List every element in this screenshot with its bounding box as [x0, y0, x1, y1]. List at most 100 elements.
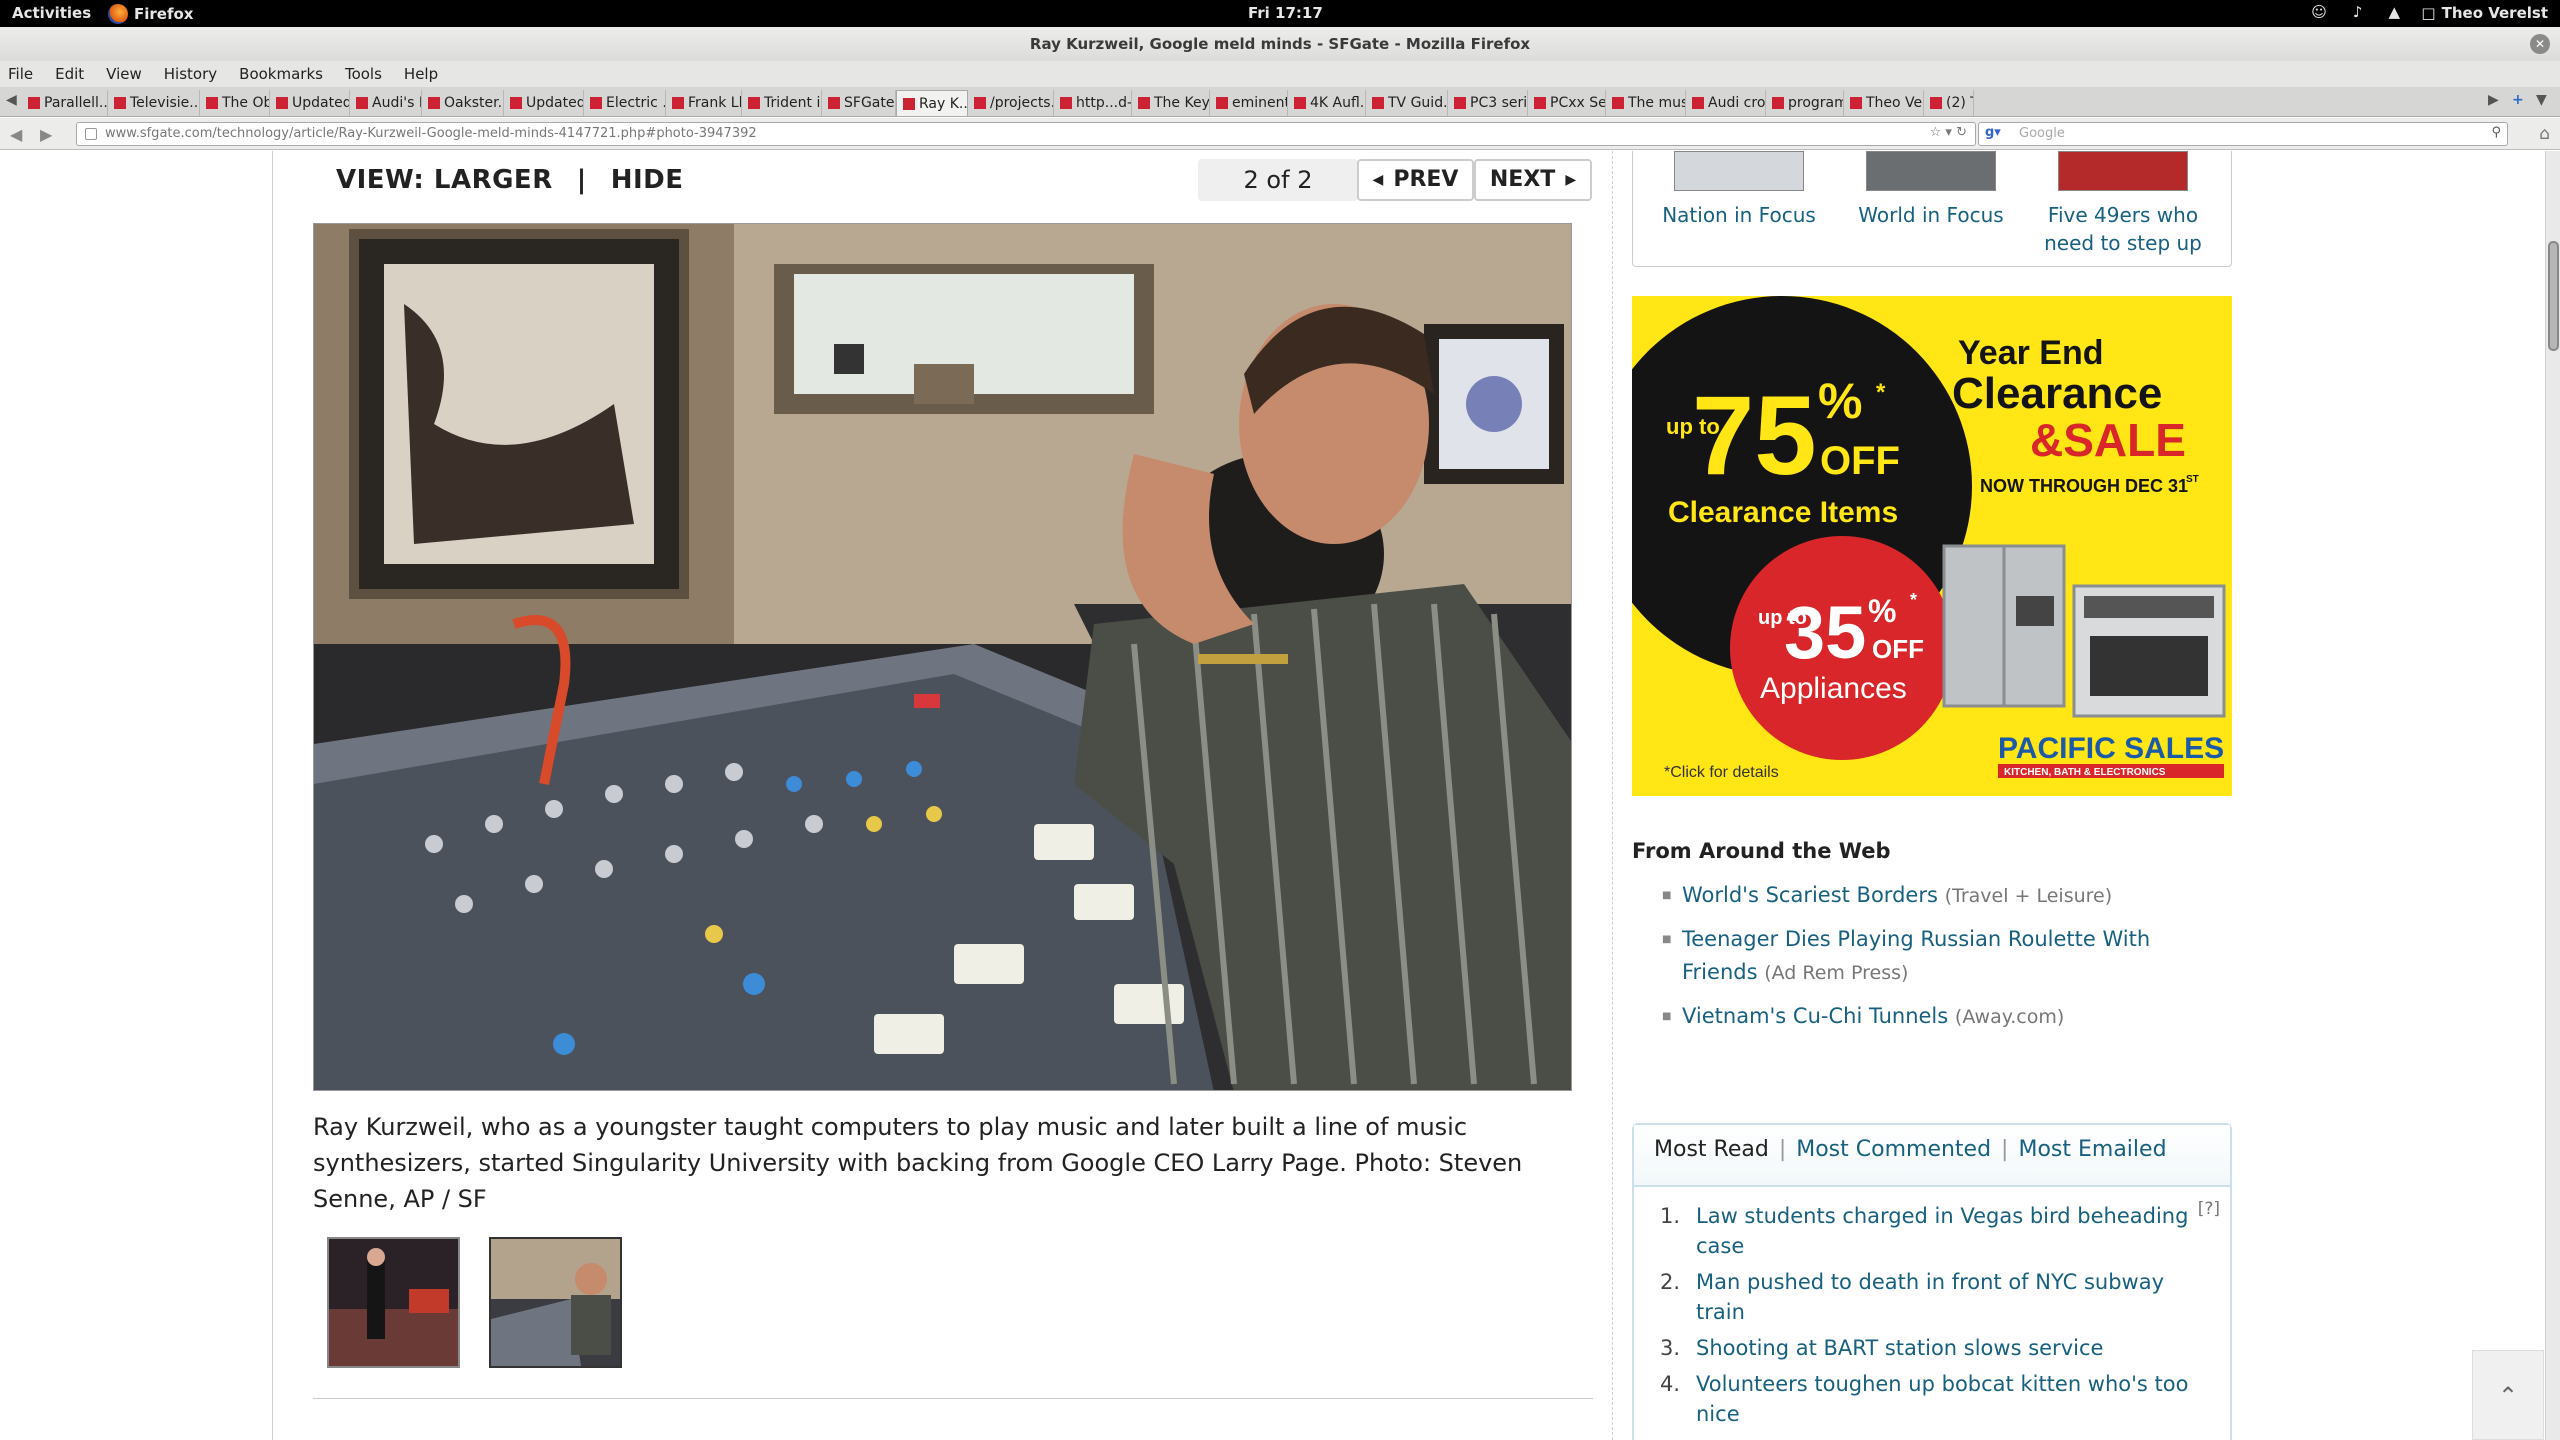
- browser-tab[interactable]: Updated...: [504, 90, 584, 116]
- browser-tab[interactable]: http...d-1/: [1054, 90, 1132, 116]
- tab-most-emailed[interactable]: Most Emailed: [2018, 1137, 2166, 1173]
- ad-brand: PACIFIC SALES: [1998, 732, 2224, 765]
- tab-scroll-right-icon[interactable]: ▶: [2488, 92, 2499, 108]
- 49ers-link[interactable]: Five 49ers who need to step up: [2028, 201, 2218, 257]
- menu-edit[interactable]: Edit: [55, 65, 84, 83]
- most-read-link[interactable]: Man pushed to death in front of NYC subw…: [1696, 1267, 2210, 1327]
- page-scrollbar[interactable]: [2545, 151, 2560, 1440]
- back-to-top-button[interactable]: ⌃: [2472, 1350, 2544, 1440]
- article-photo[interactable]: [313, 223, 1572, 1091]
- browser-tab[interactable]: PC3 seri...: [1448, 90, 1528, 116]
- back-icon[interactable]: ◀: [10, 125, 22, 144]
- volume-icon[interactable]: ♪: [2353, 3, 2363, 21]
- scrollbar-thumb[interactable]: [2548, 241, 2559, 351]
- around-heading: From Around the Web: [1632, 839, 1891, 863]
- reload-icon[interactable]: ↻: [1956, 125, 1967, 140]
- app-menu[interactable]: Firefox: [108, 4, 193, 24]
- user-name: Theo Verelst: [2441, 4, 2548, 22]
- search-icon[interactable]: ⚲: [2491, 125, 2501, 140]
- ad-pct-35: 35: [1784, 591, 1866, 674]
- world-focus-link[interactable]: World in Focus: [1836, 201, 2026, 229]
- menu-bookmarks[interactable]: Bookmarks: [239, 65, 323, 83]
- prev-button[interactable]: ◀ PREV: [1357, 159, 1474, 201]
- browser-tab[interactable]: Audi's R...: [350, 90, 422, 116]
- accessibility-icon[interactable]: ☺: [2311, 3, 2327, 21]
- browser-tab[interactable]: Updated...: [270, 90, 350, 116]
- next-button[interactable]: NEXT ▶: [1474, 159, 1592, 201]
- url-dropdown-icon[interactable]: ▾: [1945, 125, 1952, 140]
- around-link[interactable]: Teenager Dies Playing Russian Roulette W…: [1682, 927, 2150, 984]
- browser-tab[interactable]: /projects...: [968, 90, 1054, 116]
- url-field[interactable]: www.sfgate.com/technology/article/Ray-Ku…: [76, 122, 1976, 146]
- browser-tab[interactable]: TV Guid...: [1366, 90, 1448, 116]
- around-source: (Away.com): [1954, 1006, 2065, 1028]
- gnome-top-bar: Activities Firefox Fri 17:17 ☺ ♪ ▲ □ The…: [0, 0, 2560, 27]
- tab-favicon-icon: [206, 97, 218, 109]
- most-read-link[interactable]: Law students charged in Vegas bird behea…: [1696, 1201, 2210, 1261]
- menu-bar: File Edit View History Bookmarks Tools H…: [0, 61, 2560, 87]
- menu-history[interactable]: History: [164, 65, 217, 83]
- tab-scroll-left-icon[interactable]: ◀: [6, 92, 17, 108]
- hide-link[interactable]: HIDE: [611, 165, 684, 195]
- new-tab-icon[interactable]: +: [2512, 92, 2524, 108]
- search-field[interactable]: g▾ Google ⚲: [1978, 122, 2508, 146]
- gallery-thumbnail-2[interactable]: [489, 1237, 622, 1368]
- gallery-thumbnail-1[interactable]: [327, 1237, 460, 1368]
- browser-tab[interactable]: The musi...: [1606, 90, 1686, 116]
- browser-tab[interactable]: The Oba...: [200, 90, 270, 116]
- system-tray: ☺ ♪ ▲: [2311, 3, 2400, 21]
- tab-most-commented[interactable]: Most Commented: [1796, 1137, 1991, 1173]
- close-window-icon[interactable]: ✕: [2530, 34, 2550, 54]
- tab-list-icon[interactable]: ▼: [2536, 92, 2547, 108]
- menu-help[interactable]: Help: [404, 65, 438, 83]
- forward-icon[interactable]: ▶: [40, 125, 52, 144]
- bookmark-star-icon[interactable]: ☆: [1930, 125, 1942, 140]
- tab-label: TV Guid...: [1388, 95, 1448, 111]
- browser-tab[interactable]: The Key...: [1132, 90, 1210, 116]
- browser-tab[interactable]: 4K Aufl...: [1288, 90, 1366, 116]
- world-focus-thumbnail[interactable]: [1866, 151, 1996, 191]
- browser-tab[interactable]: Ray K...✕: [896, 90, 968, 116]
- activities-button[interactable]: Activities: [12, 4, 91, 22]
- tab-favicon-icon: [1216, 97, 1228, 109]
- network-icon[interactable]: ▲: [2388, 3, 2400, 21]
- most-read-link[interactable]: Shooting at BART station slows service: [1696, 1333, 2103, 1363]
- browser-tab[interactable]: Oakster...: [422, 90, 504, 116]
- view-larger-link[interactable]: VIEW: LARGER: [336, 165, 553, 195]
- menu-tools[interactable]: Tools: [345, 65, 382, 83]
- tab-bar: ◀ Parallell... Televisie... The Oba... Upda…: [0, 87, 2560, 117]
- browser-tab[interactable]: SFGate: ...: [822, 90, 896, 116]
- tab-favicon-icon: [1138, 97, 1150, 109]
- browser-tab[interactable]: PCxx Se...: [1528, 90, 1606, 116]
- tab-favicon-icon: [1060, 97, 1072, 109]
- browser-tab[interactable]: Frank Ll...: [666, 90, 742, 116]
- around-link[interactable]: World's Scariest Borders: [1682, 883, 1938, 907]
- menu-file[interactable]: File: [8, 65, 33, 83]
- clock[interactable]: Fri 17:17: [1248, 4, 1323, 22]
- browser-tab[interactable]: (2) Tl: [1924, 90, 1974, 116]
- browser-tab[interactable]: Electric ...: [584, 90, 666, 116]
- browser-tab[interactable]: Parallell...: [22, 90, 108, 116]
- tab-label: (2) Tl: [1946, 95, 1973, 111]
- user-menu[interactable]: □ Theo Verelst: [2421, 4, 2548, 22]
- ad-off-1: OFF: [1820, 439, 1900, 483]
- nation-focus-link[interactable]: Nation in Focus: [1644, 201, 1834, 229]
- google-engine-icon[interactable]: g▾: [1985, 125, 2001, 140]
- tab-most-read[interactable]: Most Read: [1654, 1137, 1769, 1173]
- browser-tab[interactable]: eminent ...: [1210, 90, 1288, 116]
- 49ers-thumbnail[interactable]: [2058, 151, 2188, 191]
- browser-tab[interactable]: Trident i...: [742, 90, 822, 116]
- most-read-link[interactable]: Volunteers toughen up bobcat kitten who'…: [1696, 1369, 2210, 1429]
- nation-focus-thumbnail[interactable]: [1674, 151, 1804, 191]
- browser-tab[interactable]: Televisie...: [108, 90, 200, 116]
- most-read-list: 1. Law students charged in Vegas bird beh…: [1634, 1187, 2230, 1429]
- menu-view[interactable]: View: [106, 65, 142, 83]
- browser-tab[interactable]: Audi cro...: [1686, 90, 1766, 116]
- site-identity-icon[interactable]: [85, 128, 97, 140]
- around-link[interactable]: Vietnam's Cu-Chi Tunnels: [1682, 1004, 1948, 1028]
- home-icon[interactable]: ⌂: [2539, 124, 2550, 144]
- tab-favicon-icon: [1930, 97, 1942, 109]
- pacific-sales-ad[interactable]: up to 75 % * OFF Clearance Items Year En…: [1632, 296, 2232, 796]
- browser-tab[interactable]: program ...: [1766, 90, 1844, 116]
- browser-tab[interactable]: Theo Ve...: [1844, 90, 1924, 116]
